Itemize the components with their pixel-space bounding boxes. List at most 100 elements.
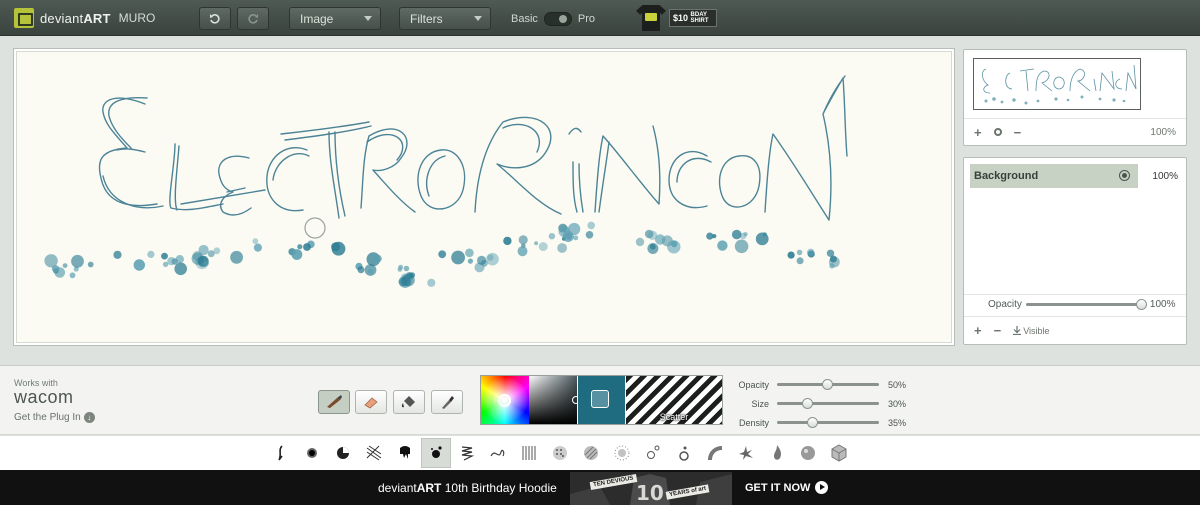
paint-dot <box>398 264 403 270</box>
image-menu-label: Image <box>300 11 334 26</box>
zoom-out-icon[interactable]: − <box>1014 126 1022 139</box>
paint-dot <box>635 237 645 247</box>
shirt-promo[interactable]: $10 BDAY SHIRT <box>636 5 732 31</box>
lines-brush-button[interactable] <box>514 438 544 468</box>
merge-visible-link[interactable]: Visible <box>1013 326 1050 336</box>
paint-dot <box>548 233 556 240</box>
spray-brush-icon <box>614 445 630 461</box>
canvas-artwork <box>44 75 848 288</box>
density-knob[interactable] <box>806 417 818 428</box>
layer-opacity-row: Opacity 100% <box>964 294 1186 314</box>
paint-dot <box>331 241 346 256</box>
chunky-brush-button[interactable] <box>328 438 358 468</box>
zoom-reset-icon[interactable] <box>993 128 1002 136</box>
opacity-label: Opacity <box>738 379 769 390</box>
layer-opacity-slider[interactable] <box>1025 299 1147 310</box>
brush-texture[interactable]: Scatter <box>626 376 722 424</box>
paint-dot <box>717 240 728 251</box>
undo-icon <box>210 13 220 24</box>
paint-dot <box>51 265 60 273</box>
eraser-tool[interactable] <box>355 390 387 414</box>
hue-knob[interactable] <box>498 394 511 407</box>
brand-name-light: deviant <box>40 10 84 26</box>
rings-brush-button[interactable] <box>669 438 699 468</box>
remove-layer-icon[interactable]: − <box>994 324 1002 337</box>
layer-visibility-icon[interactable] <box>1119 170 1130 181</box>
dots-brush-button[interactable] <box>545 438 575 468</box>
filters-menu[interactable]: Filters <box>399 7 491 30</box>
eyedropper-icon <box>442 396 454 409</box>
paint-dot <box>557 243 567 253</box>
hue-wheel[interactable] <box>481 376 529 424</box>
navigator-controls: + − 100% <box>964 118 1186 145</box>
color-picker: Scatter <box>480 375 723 425</box>
wacom-plugin-link[interactable]: Get the Plug In ↓ <box>14 412 95 423</box>
navigator-thumbnail[interactable] <box>973 58 1141 110</box>
add-layer-icon[interactable]: + <box>974 324 982 337</box>
layers-panel: Background 100% Opacity 100% + − Visible <box>963 157 1187 345</box>
cube-brush-button[interactable] <box>824 438 854 468</box>
paint-dot <box>517 246 528 257</box>
fill-tool[interactable] <box>393 390 425 414</box>
flame-brush-button[interactable] <box>762 438 792 468</box>
stripes-brush-button[interactable] <box>576 438 606 468</box>
brand-name-bold: ART <box>83 10 111 26</box>
canvas-frame <box>13 48 955 346</box>
splat-brush-icon <box>739 446 753 460</box>
layer-name[interactable]: Background <box>970 164 1138 188</box>
download-icon <box>1013 326 1022 335</box>
soft-brush-button[interactable] <box>297 438 327 468</box>
scatter-brush-button[interactable] <box>421 438 451 468</box>
layer-opacity-label: Opacity <box>988 299 1022 310</box>
layer-row[interactable]: Background 100% <box>970 164 1182 188</box>
density-slider[interactable] <box>777 417 879 428</box>
size-slider[interactable] <box>777 398 879 409</box>
redo-button[interactable] <box>237 7 269 30</box>
shade-picker[interactable] <box>529 376 580 424</box>
density-value: 35% <box>888 417 907 428</box>
brush-tool[interactable] <box>318 390 350 414</box>
opacity-knob[interactable] <box>822 379 833 390</box>
app-logo[interactable]: deviantART MURO <box>14 8 155 28</box>
filters-menu-label: Filters <box>410 11 443 26</box>
get-it-now-button[interactable]: GET IT NOW <box>745 481 829 494</box>
spring-brush-icon <box>461 446 475 461</box>
eyedropper-tool[interactable] <box>431 390 463 414</box>
top-bar: deviantART MURO Image Filters Basic Pro … <box>0 0 1200 36</box>
layer-opacity-knob[interactable] <box>1135 299 1147 310</box>
promo-banner[interactable]: deviantART 10th Birthday Hoodie 10 TEN D… <box>0 470 1200 505</box>
paint-dot <box>252 238 259 245</box>
paint-dot <box>357 266 365 274</box>
tool-strip: Works with wacom Get the Plug In ↓ Scatt… <box>0 365 1200 435</box>
undo-button[interactable] <box>199 7 231 30</box>
size-setting: Size 30% <box>735 394 925 413</box>
soft-brush-icon <box>307 448 317 458</box>
mode-toggle[interactable] <box>543 12 572 26</box>
bubbles-brush-button[interactable] <box>638 438 668 468</box>
drip-brush-button[interactable] <box>390 438 420 468</box>
paint-dot <box>297 244 303 250</box>
zoom-in-icon[interactable]: + <box>974 126 982 139</box>
pen-brush-button[interactable] <box>266 438 296 468</box>
drawing-canvas[interactable] <box>16 51 952 343</box>
fan-brush-button[interactable] <box>700 438 730 468</box>
layer-name-label: Background <box>974 170 1039 182</box>
image-menu[interactable]: Image <box>289 7 381 30</box>
opacity-slider[interactable] <box>777 379 879 390</box>
chevron-down-icon <box>364 16 372 21</box>
paint-dot <box>253 243 262 252</box>
size-knob[interactable] <box>801 398 813 409</box>
ball-brush-button[interactable] <box>793 438 823 468</box>
paint-dot <box>587 221 595 230</box>
current-color-swatch[interactable] <box>577 376 625 424</box>
spray-brush-button[interactable] <box>607 438 637 468</box>
squiggle-brush-button[interactable] <box>483 438 513 468</box>
splat-brush-button[interactable] <box>731 438 761 468</box>
paint-dot <box>755 232 769 246</box>
hatch-brush-button[interactable] <box>359 438 389 468</box>
paint-dot <box>796 257 804 265</box>
deviantart-logo-icon <box>14 8 34 28</box>
paint-dot <box>71 254 84 268</box>
brush-color-icon <box>591 390 609 408</box>
spring-brush-button[interactable] <box>452 438 482 468</box>
